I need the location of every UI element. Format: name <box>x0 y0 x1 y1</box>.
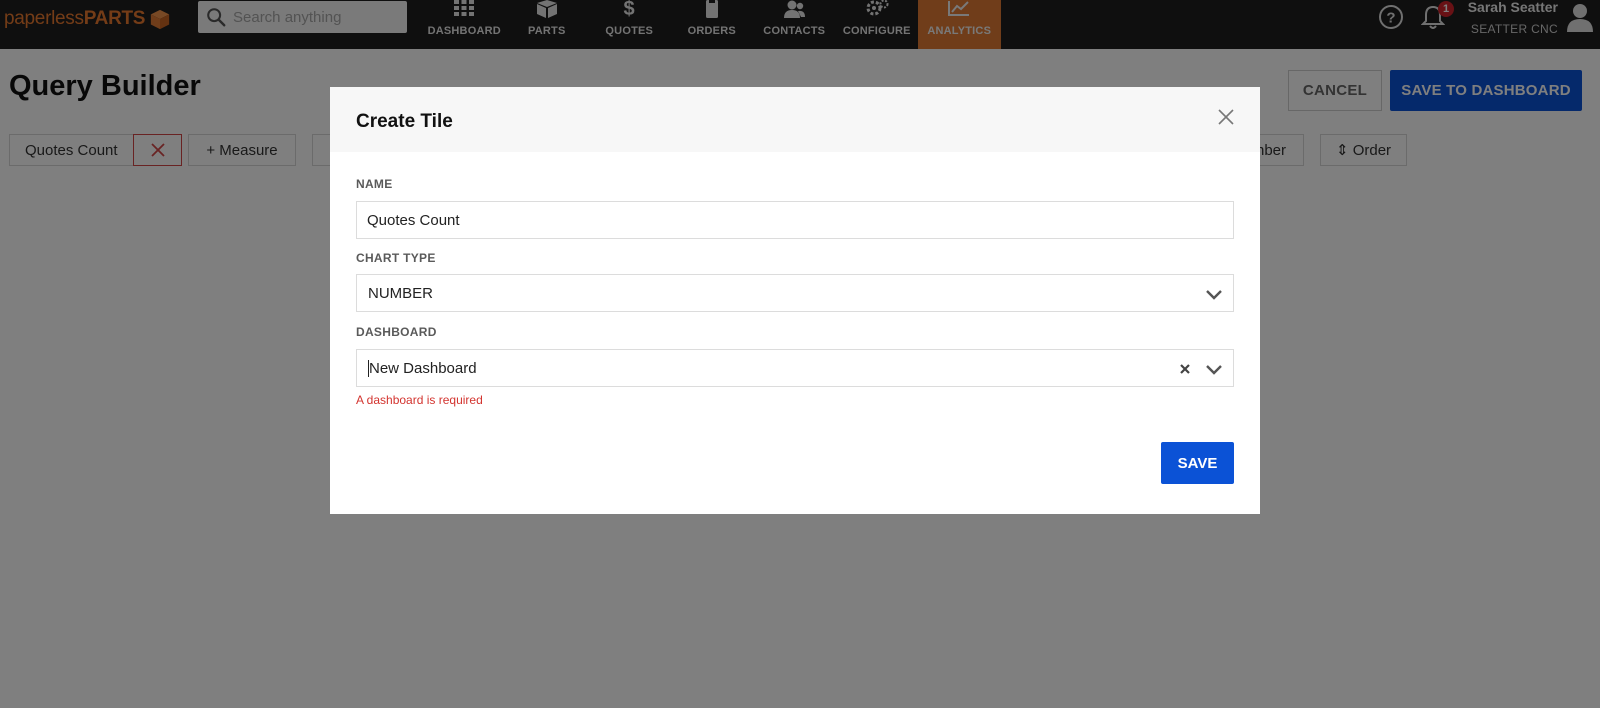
chevron-down-icon[interactable] <box>1205 360 1223 378</box>
dashboard-select[interactable]: New Dashboard <box>356 349 1234 387</box>
name-field[interactable] <box>356 201 1234 239</box>
create-tile-modal: Create Tile NAME CHART TYPE NUMBER DASHB… <box>330 87 1260 514</box>
name-input[interactable] <box>367 211 1207 229</box>
chart-type-label: CHART TYPE <box>356 251 436 265</box>
chart-type-value: NUMBER <box>368 284 434 302</box>
name-label: NAME <box>356 177 393 191</box>
dashboard-label: DASHBOARD <box>356 325 437 339</box>
chevron-down-icon[interactable] <box>1205 285 1223 303</box>
chart-type-select[interactable]: NUMBER <box>356 274 1234 312</box>
save-button[interactable]: SAVE <box>1161 442 1234 484</box>
modal-header: Create Tile <box>330 87 1260 152</box>
modal-title: Create Tile <box>356 111 453 132</box>
clear-icon[interactable] <box>1178 362 1192 376</box>
dashboard-value: New Dashboard <box>369 359 477 377</box>
close-icon[interactable] <box>1216 107 1236 127</box>
dashboard-error: A dashboard is required <box>356 393 483 407</box>
